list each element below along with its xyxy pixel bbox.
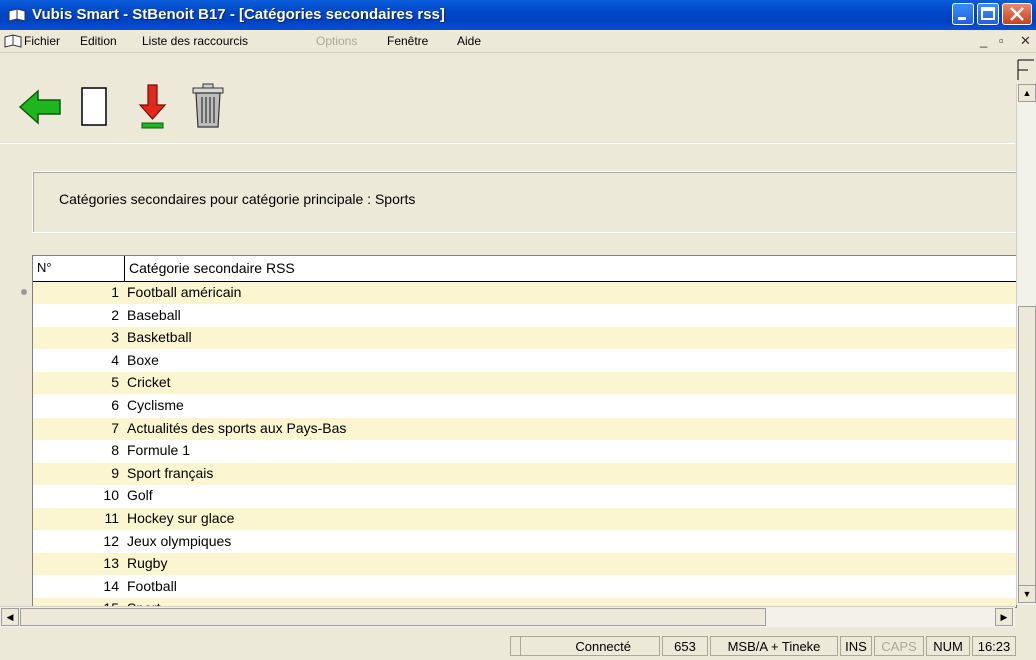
mdi-restore-icon[interactable]: ▫ bbox=[999, 33, 1004, 48]
row-category: Basketball bbox=[127, 329, 192, 346]
row-category: Formule 1 bbox=[127, 442, 191, 459]
row-number: 2 bbox=[111, 306, 119, 323]
row-category: Baseball bbox=[127, 306, 181, 323]
row-category: Rugby bbox=[127, 555, 168, 572]
row-number: 3 bbox=[111, 329, 119, 346]
maximize-button[interactable] bbox=[977, 3, 999, 25]
current-row-indicator bbox=[21, 289, 27, 295]
menu-aide[interactable]: Aide bbox=[457, 34, 481, 48]
download-button[interactable] bbox=[138, 83, 178, 131]
new-button[interactable] bbox=[80, 83, 120, 131]
row-category: Sport français bbox=[127, 464, 214, 481]
row-category: Hockey sur glace bbox=[127, 510, 235, 526]
categories-table[interactable]: N° Catégorie secondaire RSS 1 Football am… bbox=[32, 255, 1017, 608]
close-button[interactable] bbox=[1002, 3, 1032, 25]
column-header-category[interactable]: Catégorie secondaire RSS bbox=[124, 256, 295, 281]
ruler-stub bbox=[1016, 56, 1036, 84]
menu-bar: Fichier Edition Liste des raccourcis Opt… bbox=[0, 30, 1036, 53]
table-row[interactable]: 13 Rugby bbox=[33, 553, 1016, 576]
mdi-minimize-icon[interactable]: _ bbox=[980, 33, 987, 48]
status-ins: INS bbox=[840, 636, 872, 656]
row-category: Football bbox=[127, 577, 177, 594]
row-number: 7 bbox=[111, 419, 119, 436]
trash-can-icon bbox=[192, 83, 224, 128]
menu-liste-des-raccourcis[interactable]: Liste des raccourcis bbox=[142, 34, 248, 48]
minimize-button[interactable] bbox=[952, 3, 974, 25]
row-number: 9 bbox=[111, 464, 119, 481]
menu-edition[interactable]: Edition bbox=[80, 34, 117, 48]
row-number: 1 bbox=[111, 284, 119, 300]
red-down-arrow-icon bbox=[138, 84, 167, 129]
row-category: Cricket bbox=[127, 374, 171, 391]
vertical-scrollbar[interactable]: ▲ ▼ bbox=[1016, 84, 1036, 605]
toolbar bbox=[0, 53, 1015, 143]
table-row[interactable]: 7 Actualités des sports aux Pays-Bas bbox=[33, 417, 1016, 440]
table-row[interactable]: 10 Golf bbox=[33, 485, 1016, 507]
ruler-icon bbox=[1017, 59, 1034, 80]
row-category: Jeux olympiques bbox=[127, 532, 232, 549]
main-content: Catégories secondaires pour catégorie pr… bbox=[0, 143, 1017, 608]
vertical-scroll-thumb[interactable] bbox=[1018, 306, 1036, 596]
table-row[interactable]: 4 Boxe bbox=[33, 350, 1016, 372]
minimize-icon bbox=[958, 17, 966, 20]
column-header-no[interactable]: N° bbox=[37, 260, 52, 275]
scroll-down-button[interactable]: ▼ bbox=[1018, 585, 1036, 603]
table-row[interactable]: 5 Cricket bbox=[33, 372, 1016, 395]
row-category: Cyclisme bbox=[127, 397, 184, 413]
status-num: NUM bbox=[926, 636, 970, 656]
mdi-close-icon[interactable]: ✕ bbox=[1020, 33, 1031, 49]
row-number: 11 bbox=[104, 510, 119, 526]
delete-button[interactable] bbox=[190, 83, 230, 131]
table-header: N° Catégorie secondaire RSS bbox=[33, 256, 1016, 282]
table-row[interactable]: 6 Cyclisme bbox=[33, 395, 1016, 417]
scroll-left-button[interactable]: ◀ bbox=[1, 608, 19, 626]
row-number: 4 bbox=[111, 351, 119, 368]
row-number: 6 bbox=[111, 397, 119, 413]
horizontal-scrollbar[interactable]: ◀ ▶ bbox=[0, 606, 1015, 627]
window-title: Vubis Smart - StBenoit B17 - [Catégories… bbox=[32, 6, 445, 23]
row-number: 10 bbox=[103, 487, 119, 504]
table-row[interactable]: 9 Sport français bbox=[33, 462, 1016, 485]
row-number: 5 bbox=[111, 374, 119, 391]
table-row[interactable]: 11 Hockey sur glace bbox=[33, 508, 1016, 530]
back-button[interactable] bbox=[18, 83, 61, 131]
maximize-icon bbox=[981, 7, 995, 20]
status-user: MSB/A + Tineke bbox=[710, 636, 838, 656]
menu-fenetre[interactable]: Fenêtre bbox=[387, 34, 428, 48]
row-category: Actualités des sports aux Pays-Bas bbox=[127, 419, 347, 436]
table-row[interactable]: 8 Formule 1 bbox=[33, 440, 1016, 462]
status-divider bbox=[510, 636, 520, 656]
status-caps: CAPS bbox=[874, 636, 924, 656]
table-row[interactable]: 1 Football américain bbox=[33, 282, 1016, 304]
row-category: Football américain bbox=[127, 284, 242, 300]
green-left-arrow-icon bbox=[18, 89, 61, 125]
row-number: 13 bbox=[103, 555, 119, 572]
app-book-icon bbox=[8, 8, 26, 22]
table-row[interactable]: 14 Football bbox=[33, 576, 1016, 598]
row-number: 14 bbox=[103, 577, 119, 594]
close-icon bbox=[1010, 7, 1024, 21]
row-category: Boxe bbox=[127, 351, 159, 368]
table-row[interactable]: 3 Basketball bbox=[33, 327, 1016, 350]
scroll-up-button[interactable]: ▲ bbox=[1018, 84, 1036, 102]
status-connection: Connecté bbox=[520, 636, 660, 656]
horizontal-scroll-thumb[interactable] bbox=[20, 608, 766, 626]
row-category: Golf bbox=[127, 487, 153, 504]
header-box: Catégories secondaires pour catégorie pr… bbox=[32, 171, 1017, 233]
app-book-icon bbox=[4, 34, 22, 48]
blank-page-icon bbox=[81, 87, 107, 126]
title-bar: Vubis Smart - StBenoit B17 - [Catégories… bbox=[0, 0, 1036, 30]
row-number: 12 bbox=[103, 532, 119, 549]
menu-options: Options bbox=[316, 34, 358, 48]
scroll-right-button[interactable]: ▶ bbox=[995, 608, 1013, 626]
status-count: 653 bbox=[662, 636, 708, 656]
table-row[interactable]: 12 Jeux olympiques bbox=[33, 531, 1016, 553]
status-time: 16:23 bbox=[972, 636, 1016, 656]
menu-fichier[interactable]: Fichier bbox=[24, 34, 60, 48]
header-text: Catégories secondaires pour catégorie pr… bbox=[59, 191, 416, 207]
status-bar: Connecté 653 MSB/A + Tineke INS CAPS NUM… bbox=[0, 630, 1036, 660]
table-row[interactable]: 2 Baseball bbox=[33, 305, 1016, 327]
row-number: 8 bbox=[111, 442, 119, 459]
